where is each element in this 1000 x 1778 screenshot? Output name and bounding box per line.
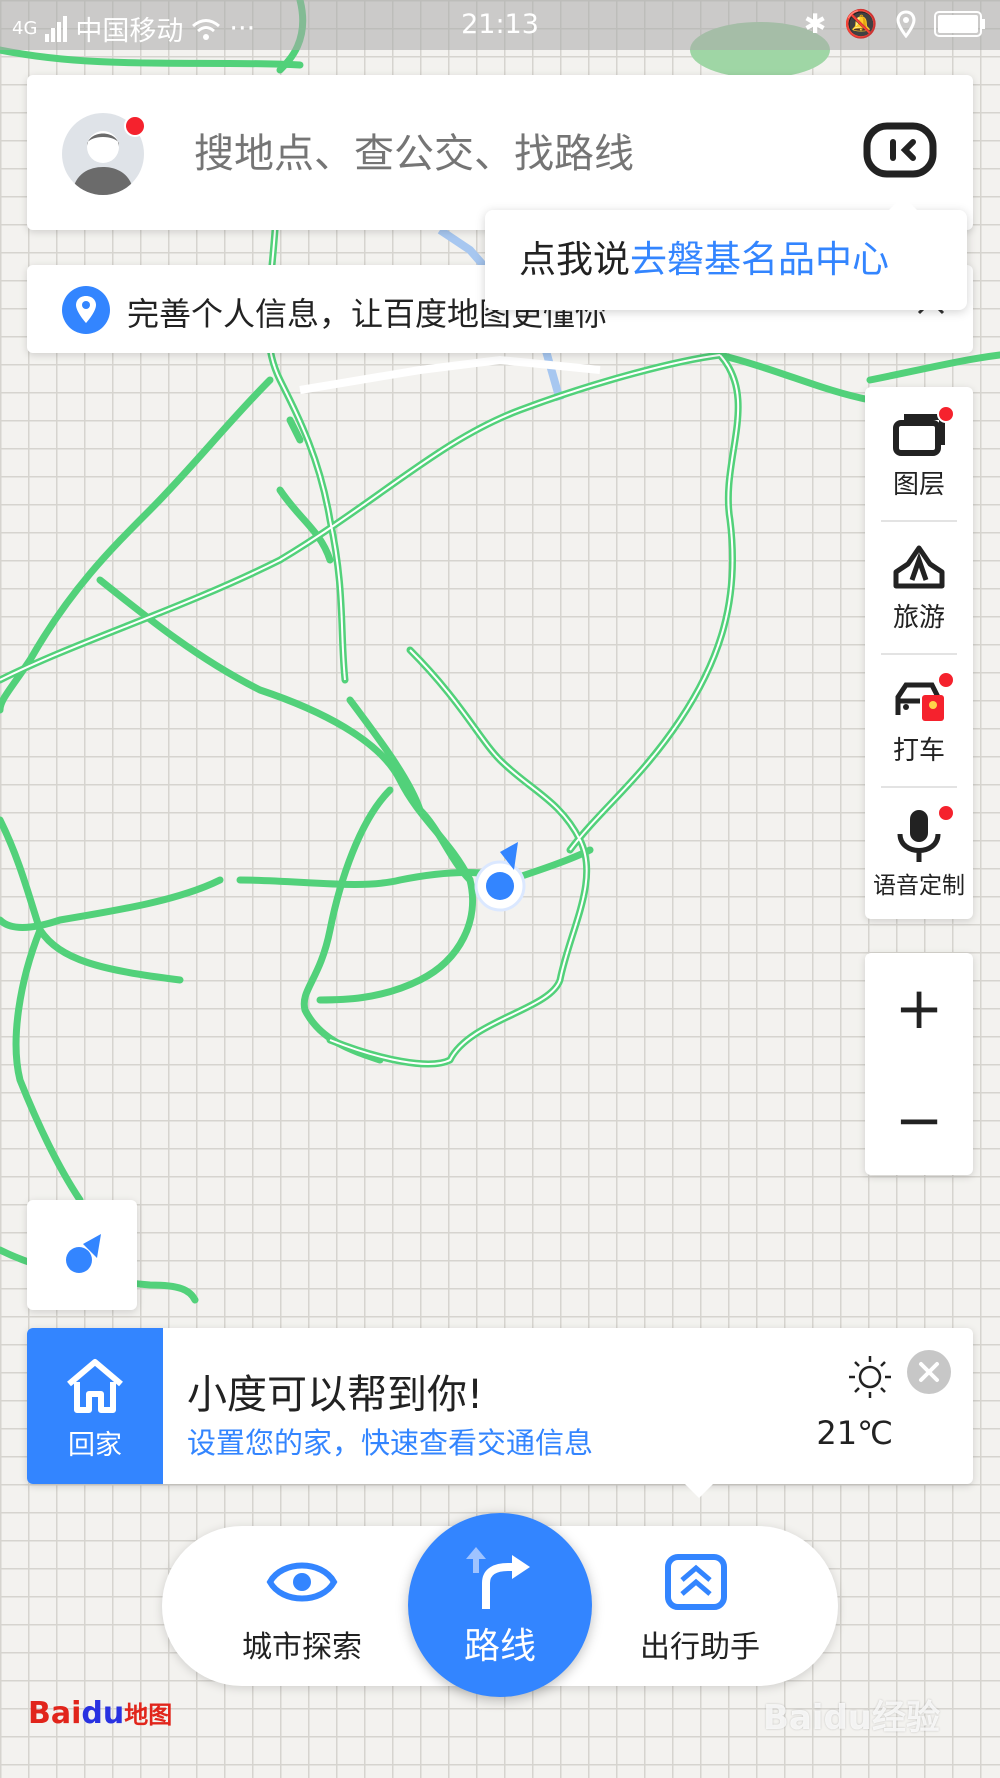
voice-suggestion-prefix: 点我说 — [519, 238, 630, 281]
zoom-out-button[interactable]: − — [865, 1065, 973, 1175]
close-card-button[interactable] — [907, 1350, 951, 1394]
notification-dot — [937, 804, 955, 822]
voice-suggestion-bubble[interactable]: 点我说去磐基名品中心 — [485, 196, 967, 310]
zoom-controls: + − — [865, 953, 973, 1175]
temperature: 21℃ — [816, 1414, 893, 1452]
card-pointer — [685, 1484, 713, 1498]
voice-custom-button[interactable]: 语音定制 — [865, 786, 973, 918]
location-status-icon — [896, 10, 916, 38]
current-location-marker — [474, 842, 526, 912]
location-pin-icon — [62, 286, 110, 334]
eye-icon — [266, 1562, 338, 1602]
sunny-icon — [849, 1356, 891, 1398]
close-icon — [919, 1362, 939, 1382]
zoom-in-button[interactable]: + — [865, 953, 973, 1063]
voice-custom-label: 语音定制 — [873, 873, 965, 899]
travel-button[interactable]: 旅游 — [865, 520, 973, 652]
travel-icon — [893, 545, 945, 589]
baidu-map-logo: Baidu地图 — [28, 1696, 173, 1731]
search-input[interactable] — [192, 123, 756, 185]
home-card-title: 小度可以帮到你! — [187, 1372, 484, 1418]
travel-assistant-label: 出行助手 — [640, 1630, 760, 1665]
home-suggestion-card[interactable]: 回家 小度可以帮到你! 设置您的家，快速查看交通信息 21℃ — [27, 1328, 973, 1498]
battery-icon — [934, 11, 985, 37]
layers-label: 图层 — [892, 470, 945, 500]
voice-suggestion-destination: 去磐基名品中心 — [630, 238, 889, 281]
route-turn-icon — [466, 1547, 530, 1609]
set-home-link[interactable]: 设置您的家，快速查看交通信息 — [187, 1420, 593, 1462]
voice-assistant-icon[interactable] — [863, 120, 937, 180]
taxi-button[interactable]: 打车 — [865, 653, 973, 785]
compass-location-icon — [66, 1234, 101, 1273]
city-explore-button[interactable]: 城市探索 — [202, 1526, 402, 1686]
taxi-label: 打车 — [892, 736, 945, 766]
travel-assistant-button[interactable]: 出行助手 — [600, 1526, 800, 1686]
notification-dot — [124, 115, 146, 137]
route-label: 路线 — [463, 1626, 536, 1667]
route-button[interactable]: 路线 — [408, 1513, 592, 1697]
map-tools-panel: 图层 旅游 打车 语音定制 — [865, 387, 973, 919]
locate-me-button[interactable] — [27, 1200, 137, 1310]
notification-dot — [937, 405, 955, 423]
notification-dot — [937, 671, 955, 689]
mute-bell-icon: 🔕 — [844, 9, 878, 40]
search-bar[interactable] — [27, 75, 973, 230]
travel-assistant-icon — [665, 1554, 727, 1610]
travel-label: 旅游 — [892, 603, 945, 633]
bluetooth-icon: ✱ — [803, 8, 827, 40]
home-icon — [67, 1359, 123, 1413]
status-bar: 4G 中国移动 ··· 21:13 ✱ 🔕 — [0, 0, 1000, 50]
baidu-jingyan-watermark: Baidu经验 — [762, 1698, 940, 1738]
go-home-button[interactable]: 回家 — [27, 1328, 163, 1484]
go-home-label: 回家 — [68, 1430, 122, 1461]
layers-button[interactable]: 图层 — [865, 387, 973, 519]
city-explore-label: 城市探索 — [242, 1630, 362, 1665]
